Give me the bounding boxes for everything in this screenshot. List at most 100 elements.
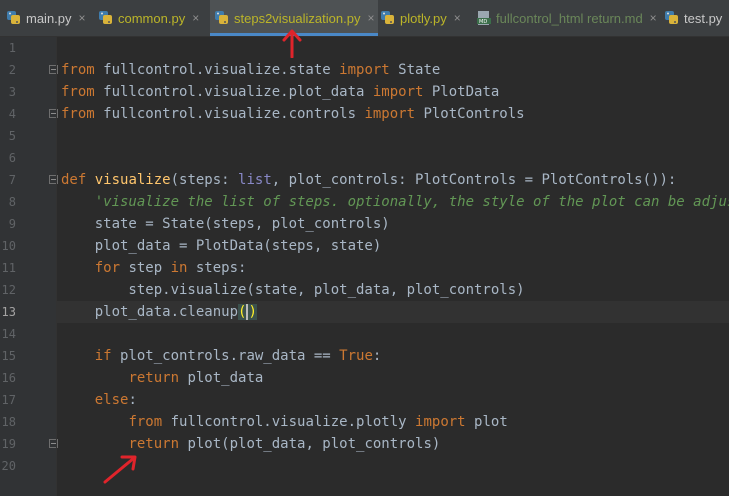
- keyword: import: [339, 62, 390, 78]
- close-icon[interactable]: ×: [192, 11, 199, 25]
- python-file-icon: [214, 10, 230, 26]
- line-number: 16: [1, 371, 16, 385]
- keyword: from: [61, 84, 95, 100]
- line-number: 7: [8, 173, 16, 187]
- statement: plot(plot_data, plot_controls): [179, 436, 441, 452]
- close-icon[interactable]: ×: [367, 11, 374, 25]
- python-file-icon: [664, 10, 680, 26]
- colon: :: [128, 392, 137, 408]
- statement: step.visualize(state, plot_data, plot_co…: [61, 282, 525, 298]
- keyword: from: [128, 414, 163, 430]
- keyword: from: [61, 106, 95, 122]
- line-number: 14: [1, 327, 16, 341]
- tab-fullcontrol-html-return-md[interactable]: MD fullcontrol_html return.md ×: [476, 0, 657, 36]
- code-line-18: from fullcontrol.visualize.plotly import…: [61, 411, 508, 433]
- keyword: if: [94, 348, 112, 364]
- constant: True: [339, 348, 373, 364]
- colon: :: [372, 348, 382, 364]
- code-line-9: state = State(steps, plot_controls): [61, 213, 390, 235]
- line-number: 9: [8, 217, 16, 231]
- code-line-15: if plot_controls.raw_data == True:: [61, 345, 382, 367]
- tab-main-py[interactable]: main.py ×: [6, 0, 86, 36]
- tab-label: plotly.py: [400, 10, 447, 26]
- identifier: State: [389, 62, 441, 78]
- keyword: for: [94, 260, 121, 276]
- line-number: 6: [8, 151, 16, 165]
- line-number-gutter[interactable]: 1 2 3 4 5 6 7 8 9 10 11 12 13 14 15 16 1…: [0, 37, 58, 496]
- code-line-10: plot_data = PlotData(steps, state): [61, 235, 382, 257]
- tab-label: test.py: [684, 10, 723, 26]
- close-icon[interactable]: ×: [79, 11, 86, 25]
- code-editor[interactable]: from fullcontrol.visualize.state import …: [57, 37, 729, 496]
- code-line-7: def visualize(steps: list, plot_controls…: [61, 169, 676, 191]
- identifier: plot_data: [179, 370, 264, 386]
- module-path: fullcontrol.visualize.plot_data: [94, 84, 373, 100]
- svg-text:MD: MD: [479, 19, 487, 25]
- expression: plot_controls.raw_data ==: [111, 348, 340, 364]
- tab-plotly-py[interactable]: plotly.py ×: [380, 0, 461, 36]
- close-icon[interactable]: ×: [454, 11, 461, 25]
- tab-common-py[interactable]: common.py ×: [98, 0, 199, 36]
- keyword: import: [364, 106, 416, 122]
- code-line-11: for step in steps:: [61, 257, 247, 279]
- identifier: plot: [465, 414, 508, 430]
- module-path: fullcontrol.visualize.controls: [94, 106, 365, 122]
- line-number: 10: [1, 239, 16, 253]
- line-number: 17: [1, 393, 16, 407]
- tab-label: common.py: [118, 10, 186, 26]
- tab-label: fullcontrol_html return.md: [496, 10, 643, 26]
- tab-label: main.py: [26, 10, 72, 26]
- line-number: 5: [8, 129, 16, 143]
- identifier: steps:: [187, 260, 247, 276]
- keyword: def: [61, 172, 87, 188]
- markdown-file-icon: MD: [476, 10, 492, 26]
- code-line-3: from fullcontrol.visualize.plot_data imp…: [61, 81, 499, 103]
- tab-label: steps2visualization.py: [234, 10, 361, 26]
- module-path: fullcontrol.visualize.plotly: [162, 414, 416, 430]
- code-line-8: 'visualize the list of steps. optionally…: [61, 191, 729, 213]
- python-file-icon: [98, 10, 114, 26]
- code-line-2: from fullcontrol.visualize.state import …: [61, 59, 440, 81]
- builtin: list: [238, 172, 272, 188]
- keyword: import: [372, 84, 424, 100]
- line-number: 18: [1, 415, 16, 429]
- line-number: 1: [8, 41, 16, 55]
- identifier: PlotData: [423, 84, 500, 100]
- keyword: return: [128, 370, 180, 386]
- line-number: 8: [8, 195, 16, 209]
- matched-paren: (: [238, 304, 247, 320]
- line-number: 12: [1, 283, 16, 297]
- docstring: 'visualize the list of steps. optionally…: [61, 194, 729, 210]
- code-line-16: return plot_data: [61, 367, 263, 389]
- close-icon[interactable]: ×: [650, 11, 657, 25]
- line-number: 4: [8, 107, 16, 121]
- code-line-12: step.visualize(state, plot_data, plot_co…: [61, 279, 525, 301]
- statement: state = State(steps, plot_controls): [61, 216, 390, 232]
- params: , plot_controls: PlotControls = PlotCont…: [271, 172, 677, 188]
- function-name: visualize: [94, 172, 171, 188]
- keyword: else: [94, 392, 129, 408]
- line-number: 2: [8, 63, 16, 77]
- python-file-icon: [380, 10, 396, 26]
- statement: plot_data.cleanup: [61, 304, 239, 320]
- line-number: 20: [1, 459, 16, 473]
- line-number-current: 13: [1, 305, 16, 319]
- line-number: 15: [1, 349, 16, 363]
- keyword: from: [61, 62, 95, 78]
- params: (steps:: [170, 172, 239, 188]
- line-number: 19: [1, 437, 16, 451]
- red-annotation-arrow-up-icon: [282, 29, 302, 58]
- tab-test-py[interactable]: test.py: [664, 0, 722, 36]
- keyword: import: [415, 414, 466, 430]
- statement: plot_data = PlotData(steps, state): [61, 238, 382, 254]
- keyword: in: [170, 260, 188, 276]
- module-path: fullcontrol.visualize.state: [94, 62, 340, 78]
- code-line-4: from fullcontrol.visualize.controls impo…: [61, 103, 525, 125]
- gutter-separator: [56, 37, 57, 496]
